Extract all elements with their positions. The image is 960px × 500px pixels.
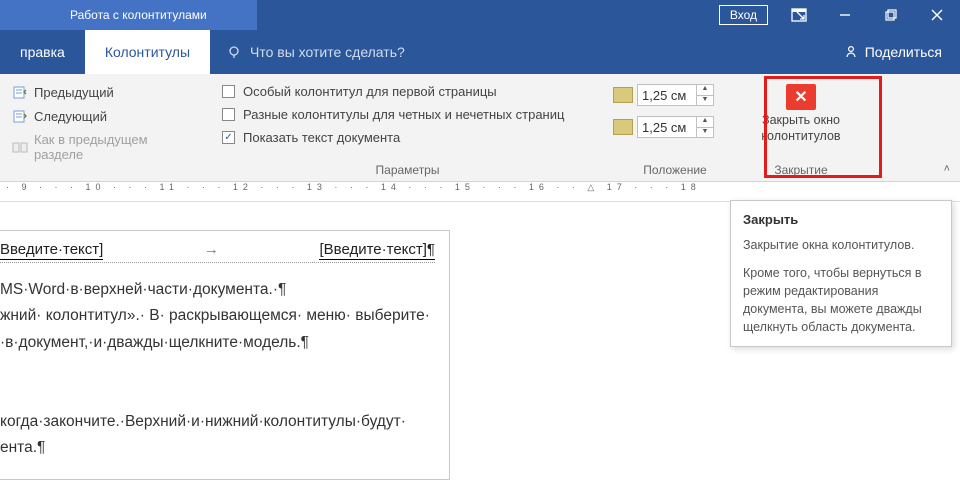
spinner-up-button[interactable]: ▲ [697,117,713,127]
checkbox-icon [222,85,235,98]
footer-from-bottom-spinner[interactable]: 1,25 см ▲ ▼ [637,116,714,138]
ribbon-group-close: ✕ Закрыть окно колонтитулов Закрытие [745,74,857,181]
group-label: Закрытие [755,161,847,179]
spinner-down-button[interactable]: ▼ [697,95,713,105]
login-button[interactable]: Вход [719,5,768,25]
close-header-footer-button[interactable]: ✕ Закрыть окно колонтитулов [755,80,847,161]
ruler-ticks: · 9 · · · 10 · · · 11 · · · 12 · · · 13 … [6,182,701,192]
header-from-top-row: 1,25 см ▲ ▼ [613,82,737,108]
nav-next-button[interactable]: Следующий [8,106,202,126]
doc-line [0,356,435,382]
header-editing-row[interactable]: Введите·текст] → [Введите·текст]¶ [0,241,435,263]
spinner-value: 1,25 см [638,88,696,103]
share-icon [843,44,859,60]
footer-position-icon [613,119,633,135]
document-page[interactable]: Введите·текст] → [Введите·текст]¶ MS·Wor… [0,230,450,480]
footer-from-bottom-row: 1,25 см ▲ ▼ [613,114,737,140]
checkbox-icon-checked: ✓ [222,131,235,144]
horizontal-ruler[interactable]: · 9 · · · 10 · · · 11 · · · 12 · · · 13 … [0,182,960,202]
tab-strip: правка Колонтитулы Что вы хотите сделать… [0,30,960,74]
contextual-title: Работа с колонтитулами [0,0,257,30]
nav-previous-button[interactable]: Предыдущий [8,82,202,102]
close-button-label: Закрыть окно колонтитулов [755,113,847,144]
doc-line [0,382,435,408]
group-label: Параметры [218,161,597,179]
login-label: Вход [730,8,757,22]
header-right-placeholder[interactable]: [Введите·текст]¶ [319,241,435,260]
tooltip-paragraph: Кроме того, чтобы вернуться в режим реда… [743,264,939,337]
maximize-button[interactable] [868,0,914,30]
checkbox-label: Разные колонтитулы для четных и нечетных… [243,107,564,122]
tooltip-title: Закрыть [743,211,939,230]
group-label [8,164,202,182]
header-left-placeholder[interactable]: Введите·текст] [0,241,103,260]
doc-line: жний· колонтитул».· В· раскрывающемся· м… [0,303,435,329]
collapse-ribbon-button[interactable]: ˄ [944,163,950,175]
header-tab-arrow: → [103,241,319,258]
spinner-down-button[interactable]: ▼ [697,127,713,137]
contextual-title-text: Работа с колонтитулами [70,8,207,22]
nav-as-previous-label: Как в предыдущем разделе [34,132,198,162]
checkbox-label: Показать текст документа [243,130,400,145]
doc-line: ·в·документ,·и·дважды·щелкните·модель.¶ [0,330,435,356]
document-body-text: MS·Word·в·верхней·части·документа.·¶ жни… [0,277,435,461]
group-label: Положение [613,161,737,179]
share-label: Поделиться [865,44,942,60]
next-icon [12,108,28,124]
ribbon-group-parameters: Особый колонтитул для первой страницы Ра… [210,74,605,181]
tab-pravka[interactable]: правка [0,30,85,74]
header-from-top-spinner[interactable]: 1,25 см ▲ ▼ [637,84,714,106]
ribbon: Предыдущий Следующий Как в предыдущем ра… [0,74,960,182]
titlebar-spacer [257,0,719,30]
ribbon-display-options-button[interactable] [776,0,822,30]
nav-next-label: Следующий [34,109,107,124]
tabstrip-spacer [421,30,825,74]
previous-icon [12,84,28,100]
lightbulb-icon [226,44,242,60]
nav-as-previous-section: Как в предыдущем разделе [8,130,202,164]
link-sections-icon [12,139,28,155]
spinner-value: 1,25 см [638,120,696,135]
tell-me-search[interactable]: Что вы хотите сделать? [210,30,421,74]
close-window-button[interactable] [914,0,960,30]
tooltip-paragraph: Закрытие окна колонтитулов. [743,236,939,254]
share-button[interactable]: Поделиться [825,30,960,74]
doc-line: когда·закончите.·Верхний·и·нижний·колонт… [0,409,435,435]
tab-label: правка [20,44,65,60]
header-position-icon [613,87,633,103]
tab-label: Колонтитулы [105,44,190,60]
checkbox-first-page[interactable]: Особый колонтитул для первой страницы [218,82,597,101]
title-bar: Работа с колонтитулами Вход [0,0,960,30]
close-x-icon: ✕ [786,84,816,110]
checkbox-icon [222,108,235,121]
spinner-up-button[interactable]: ▲ [697,85,713,95]
doc-line: MS·Word·в·верхней·части·документа.·¶ [0,277,435,303]
checkbox-odd-even[interactable]: Разные колонтитулы для четных и нечетных… [218,105,597,124]
titlebar-controls: Вход [719,0,960,30]
tab-kolontituly[interactable]: Колонтитулы [85,30,210,74]
ribbon-group-navigation: Предыдущий Следующий Как в предыдущем ра… [0,74,210,181]
minimize-button[interactable] [822,0,868,30]
tell-me-placeholder: Что вы хотите сделать? [250,44,405,60]
checkbox-label: Особый колонтитул для первой страницы [243,84,497,99]
checkbox-show-document-text[interactable]: ✓ Показать текст документа [218,128,597,147]
tooltip-close-header-footer: Закрыть Закрытие окна колонтитулов. Кром… [730,200,952,347]
doc-line: ента.¶ [0,435,435,461]
nav-previous-label: Предыдущий [34,85,114,100]
ribbon-group-position: 1,25 см ▲ ▼ 1,25 см ▲ ▼ Положени [605,74,745,181]
